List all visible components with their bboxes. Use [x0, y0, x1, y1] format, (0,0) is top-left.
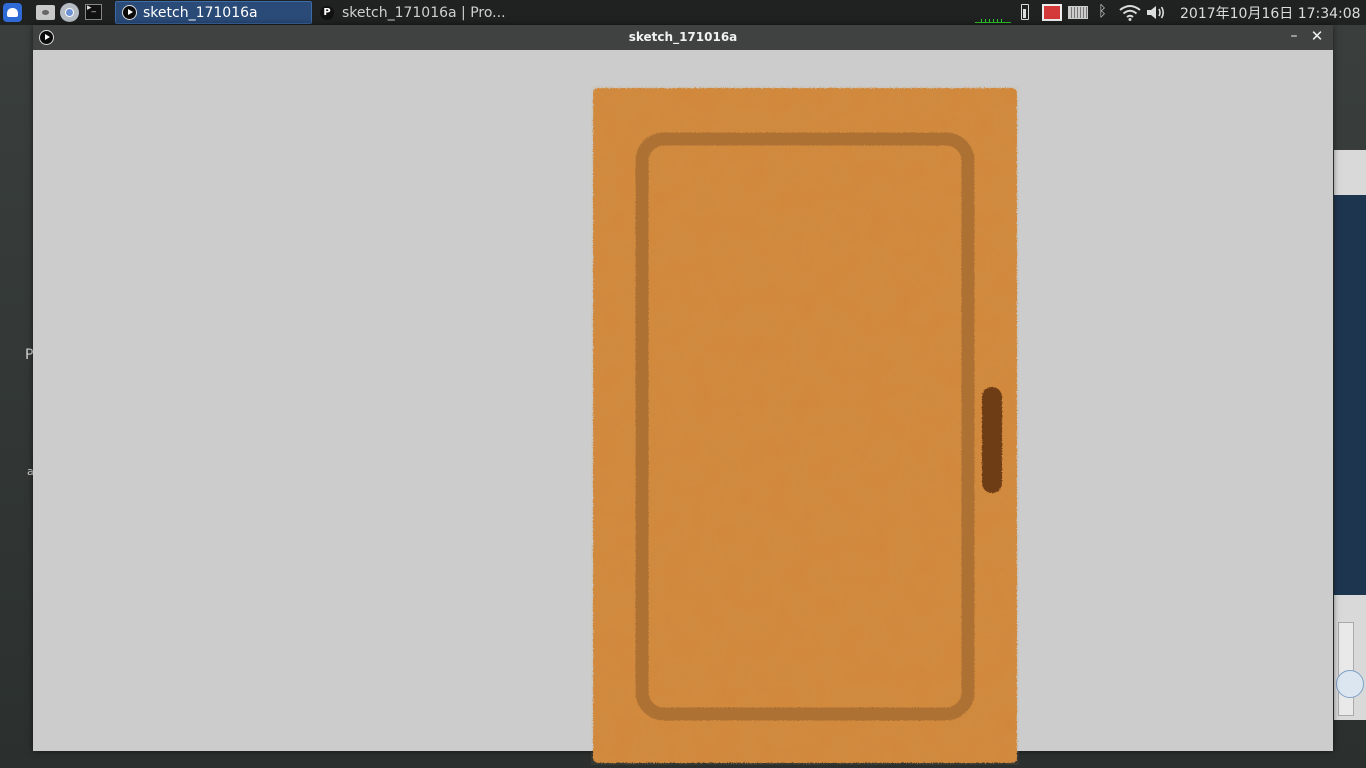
- battery-icon[interactable]: [1021, 4, 1029, 20]
- keyboard-icon[interactable]: [1068, 6, 1088, 19]
- background-app-panel: [1334, 195, 1366, 595]
- clock[interactable]: 2017年10月16日 17:34:08: [1180, 3, 1361, 23]
- background-app-window: [1334, 150, 1366, 720]
- play-icon: [122, 5, 137, 20]
- background-app-scrollbar[interactable]: [1338, 622, 1354, 716]
- close-button[interactable]: ✕: [1309, 27, 1325, 47]
- browser-icon[interactable]: [60, 3, 79, 22]
- terminal-icon[interactable]: [85, 3, 102, 20]
- app-menu-icon[interactable]: [3, 3, 22, 22]
- volume-icon[interactable]: [1146, 4, 1166, 21]
- taskbar-task-processing[interactable]: P sketch_171016a | Pro...: [314, 1, 524, 24]
- window-title: sketch_171016a: [628, 30, 738, 44]
- processing-icon: P: [320, 5, 334, 20]
- taskbar-task-label: sketch_171016a: [143, 4, 258, 21]
- bluetooth-icon[interactable]: ᛒ: [1098, 2, 1107, 20]
- door-handle: [982, 387, 1002, 493]
- sketch-canvas[interactable]: [33, 50, 1333, 763]
- wifi-icon[interactable]: [1119, 4, 1141, 21]
- taskbar-task-label: sketch_171016a | Pro...: [342, 4, 506, 21]
- record-icon[interactable]: [1042, 4, 1062, 21]
- minimize-button[interactable]: –: [1286, 28, 1302, 46]
- file-manager-icon[interactable]: [36, 5, 55, 20]
- door-image: [593, 88, 1017, 763]
- taskbar: sketch_171016a P sketch_171016a | Pro...…: [0, 0, 1366, 25]
- taskbar-task-sketch[interactable]: sketch_171016a: [115, 1, 312, 24]
- background-app-knob: [1336, 670, 1364, 698]
- window-titlebar[interactable]: sketch_171016a – ✕: [33, 25, 1333, 50]
- sketch-window: sketch_171016a – ✕: [33, 25, 1333, 763]
- cpu-graph[interactable]: [975, 17, 1011, 23]
